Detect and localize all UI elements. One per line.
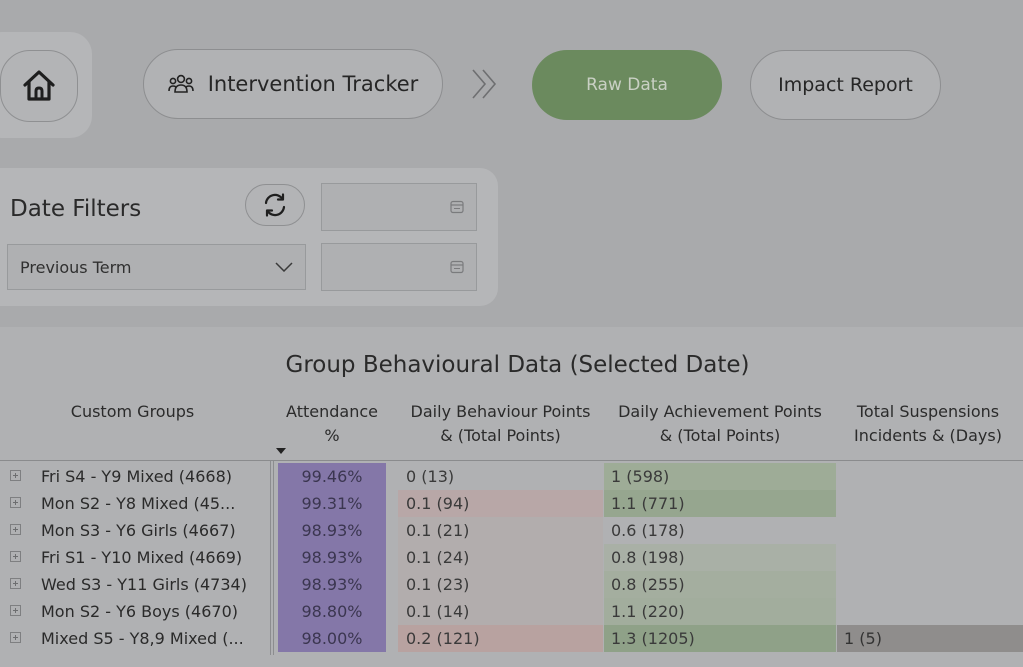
intervention-tracker-button[interactable]: Intervention Tracker: [143, 49, 443, 119]
expand-icon[interactable]: [10, 605, 21, 616]
start-date-input[interactable]: [321, 183, 477, 231]
header-behaviour-points[interactable]: Daily Behaviour Points & (Total Points): [398, 400, 603, 448]
group-name-cell: Mixed S5 - Y8,9 Mixed (...: [41, 629, 244, 648]
header-behaviour-line2: & (Total Points): [440, 426, 561, 445]
period-dropdown[interactable]: Previous Term: [7, 244, 306, 290]
intervention-tracker-label: Intervention Tracker: [207, 72, 419, 96]
expand-icon[interactable]: [10, 551, 21, 562]
expand-icon[interactable]: [10, 470, 21, 481]
achievement-cell: 1.1 (771): [604, 490, 836, 517]
raw-data-button[interactable]: Raw Data: [532, 50, 722, 120]
attendance-cell: 99.31%: [278, 490, 386, 517]
impact-report-label: Impact Report: [778, 74, 913, 96]
behaviour-cell: 0.1 (94): [398, 490, 603, 517]
header-custom-groups-text: Custom Groups: [70, 402, 195, 421]
expand-icon[interactable]: [10, 632, 21, 643]
attendance-cell: 98.80%: [278, 598, 386, 625]
group-name-cell: Mon S2 - Y6 Boys (4670): [41, 602, 238, 621]
attendance-cell: 98.00%: [278, 625, 386, 652]
attendance-cell: 99.46%: [278, 463, 386, 490]
table-title: Group Behavioural Data (Selected Date): [285, 352, 750, 378]
suspensions-cell: [837, 571, 1023, 598]
end-date-input[interactable]: [321, 243, 477, 291]
attendance-cell: 98.93%: [278, 571, 386, 598]
attendance-cell: 98.93%: [278, 544, 386, 571]
header-suspensions-line2: Incidents & (Days): [854, 426, 1002, 445]
group-name-cell: Mon S2 - Y8 Mixed (45...: [41, 494, 236, 513]
table-row[interactable]: Mon S3 - Y6 Girls (4667) 98.93% 0.1 (21) 0.…: [0, 517, 1023, 544]
header-behaviour-line1: Daily Behaviour Points: [410, 402, 591, 421]
header-custom-groups[interactable]: Custom Groups: [0, 400, 265, 424]
refresh-button[interactable]: [245, 184, 305, 226]
header-achievement-line1: Daily Achievement Points: [618, 402, 822, 421]
chevron-down-icon: [275, 262, 293, 272]
suspensions-cell: [837, 598, 1023, 625]
expand-icon[interactable]: [10, 524, 21, 535]
achievement-cell: 1.1 (220): [604, 598, 836, 625]
group-name-cell: Mon S3 - Y6 Girls (4667): [41, 521, 236, 540]
achievement-cell: 1.3 (1205): [604, 625, 836, 652]
behaviour-cell: 0.1 (23): [398, 571, 603, 598]
table-row[interactable]: Mon S2 - Y6 Boys (4670) 98.80% 0.1 (14) 1.1…: [0, 598, 1023, 625]
suspensions-cell: 1 (5): [837, 625, 1023, 652]
date-filters-title: Date Filters: [10, 196, 142, 222]
header-achievement-points[interactable]: Daily Achievement Points & (Total Points…: [604, 400, 836, 448]
refresh-icon: [264, 193, 286, 217]
header-divider: [0, 460, 1023, 461]
achievement-cell: 1 (598): [604, 463, 836, 490]
header-attendance[interactable]: Attendance %: [278, 400, 386, 448]
table-row[interactable]: Mon S2 - Y8 Mixed (45... 99.31% 0.1 (94) 1.…: [0, 490, 1023, 517]
group-name-cell: Fri S1 - Y10 Mixed (4669): [41, 548, 243, 567]
attendance-cell: 98.93%: [278, 517, 386, 544]
header-suspensions-line1: Total Suspensions: [856, 402, 1000, 421]
achievement-cell: 0.8 (198): [604, 544, 836, 571]
table-row[interactable]: Fri S4 - Y9 Mixed (4668) 99.46% 0 (13) 1 (5…: [0, 463, 1023, 490]
header-achievement-line2: & (Total Points): [659, 426, 781, 445]
table-row[interactable]: Fri S1 - Y10 Mixed (4669) 98.93% 0.1 (24) 0…: [0, 544, 1023, 571]
header-suspensions[interactable]: Total Suspensions Incidents & (Days): [837, 400, 1019, 448]
calendar-icon[interactable]: [450, 260, 464, 274]
period-selected-value: Previous Term: [20, 257, 132, 277]
suspensions-cell: [837, 463, 1023, 490]
expand-icon[interactable]: [10, 578, 21, 589]
behaviour-cell: 0.2 (121): [398, 625, 603, 652]
calendar-icon[interactable]: [450, 200, 464, 214]
sort-descending-icon: [276, 448, 286, 454]
achievement-cell: 0.8 (255): [604, 571, 836, 598]
behaviour-cell: 0.1 (14): [398, 598, 603, 625]
behaviour-cell: 0.1 (24): [398, 544, 603, 571]
group-name-cell: Wed S3 - Y11 Girls (4734): [41, 575, 247, 594]
suspensions-cell: [837, 544, 1023, 571]
home-icon: [23, 70, 55, 101]
expand-icon[interactable]: [10, 497, 21, 508]
impact-report-button[interactable]: Impact Report: [750, 50, 941, 120]
suspensions-cell: [837, 517, 1023, 544]
behaviour-cell: 0 (13): [398, 463, 603, 490]
suspensions-cell: [837, 490, 1023, 517]
header-attendance-line2: %: [324, 426, 340, 445]
header-attendance-line1: Attendance: [286, 402, 378, 421]
behaviour-cell: 0.1 (21): [398, 517, 603, 544]
group-icon: [167, 74, 194, 93]
achievement-cell: 0.6 (178): [604, 517, 836, 544]
table-row[interactable]: Wed S3 - Y11 Girls (4734) 98.93% 0.1 (23) 0…: [0, 571, 1023, 598]
raw-data-label: Raw Data: [586, 75, 668, 95]
table-row[interactable]: Mixed S5 - Y8,9 Mixed (... 98.00% 0.2 (121…: [0, 625, 1023, 652]
group-name-cell: Fri S4 - Y9 Mixed (4668): [41, 467, 232, 486]
home-button[interactable]: [0, 50, 78, 122]
double-chevron-right-icon: [472, 69, 497, 99]
